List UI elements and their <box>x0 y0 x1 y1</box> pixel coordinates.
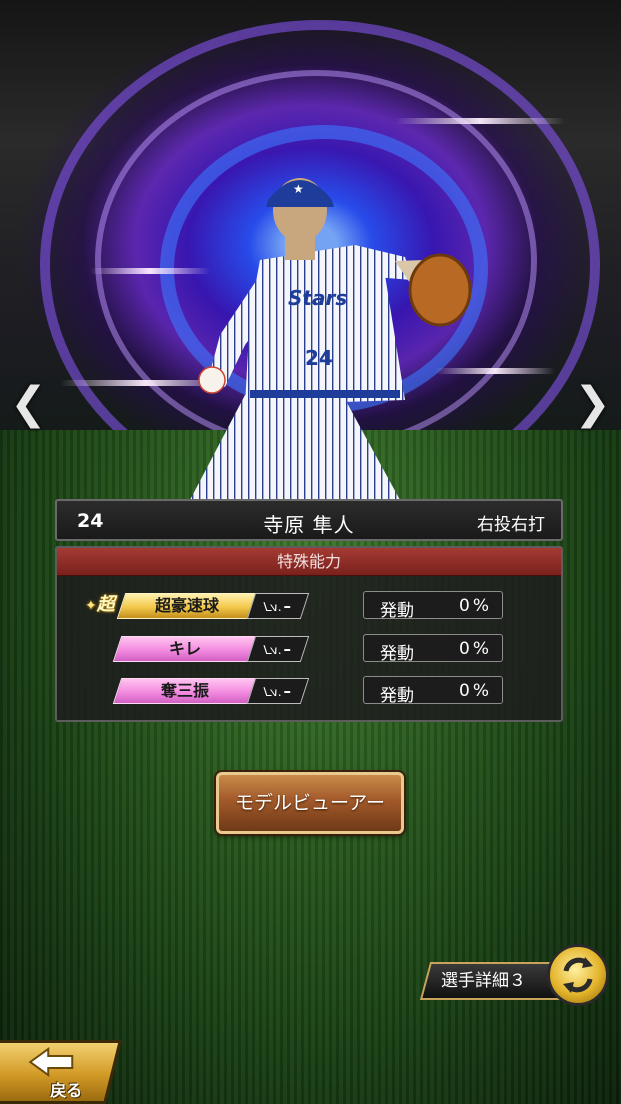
activation-rate: 0% <box>459 681 492 701</box>
activation-rate-box: 発動 0% <box>363 591 503 621</box>
ability-name-badge: 超豪速球 <box>116 593 258 619</box>
jersey-number: 24 <box>305 346 333 370</box>
back-arrow-icon <box>28 1047 74 1077</box>
activation-label: 発動 <box>380 644 414 664</box>
sparkle-icon: ✦ <box>85 598 97 614</box>
next-player-arrow-icon[interactable]: ❯ <box>574 382 611 426</box>
light-flare <box>395 118 565 124</box>
activation-rate-box: 発動 0% <box>363 676 503 706</box>
svg-text:★: ★ <box>293 182 304 196</box>
activation-rate-box: 発動 0% <box>363 634 503 664</box>
swap-view-button[interactable] <box>547 944 609 1006</box>
ability-level: Lv.– <box>246 678 310 704</box>
activation-rate: 0% <box>459 596 492 616</box>
player-info-bar: 24 寺原 隼人 右投右打 <box>55 499 563 541</box>
abilities-header: 特殊能力 <box>57 548 561 576</box>
player-detail-label: 選手詳細３ <box>441 971 526 991</box>
activation-label: 発動 <box>380 601 414 621</box>
throw-bat-handedness: 右投右打 <box>477 515 545 535</box>
ability-name-badge: 奪三振 <box>112 678 258 704</box>
back-label: 戻る <box>50 1081 83 1100</box>
super-badge: ✦超 <box>85 594 115 615</box>
special-abilities-panel: 特殊能力 ✦超 超豪速球 Lv.– 発動 0% キレ Lv.– 発動 0% 奪三… <box>55 546 563 722</box>
previous-player-arrow-icon[interactable]: ❮ <box>10 382 47 426</box>
activation-label: 発動 <box>380 686 414 706</box>
ability-row: キレ Lv.– 発動 0% <box>57 633 561 664</box>
ability-level: Lv.– <box>246 636 310 662</box>
player-illustration: ★ Stars 24 <box>190 178 472 500</box>
back-button[interactable]: 戻る <box>0 1040 122 1104</box>
ability-row: 奪三振 Lv.– 発動 0% <box>57 675 561 706</box>
ability-level: Lv.– <box>246 593 310 619</box>
activation-rate: 0% <box>459 639 492 659</box>
svg-text:Stars: Stars <box>288 286 347 310</box>
ability-row: ✦超 超豪速球 Lv.– 発動 0% <box>57 590 561 621</box>
model-viewer-button[interactable]: モデルビューアー <box>216 772 404 834</box>
rotate-arrows-icon <box>563 957 593 993</box>
ability-name-badge: キレ <box>112 636 258 662</box>
